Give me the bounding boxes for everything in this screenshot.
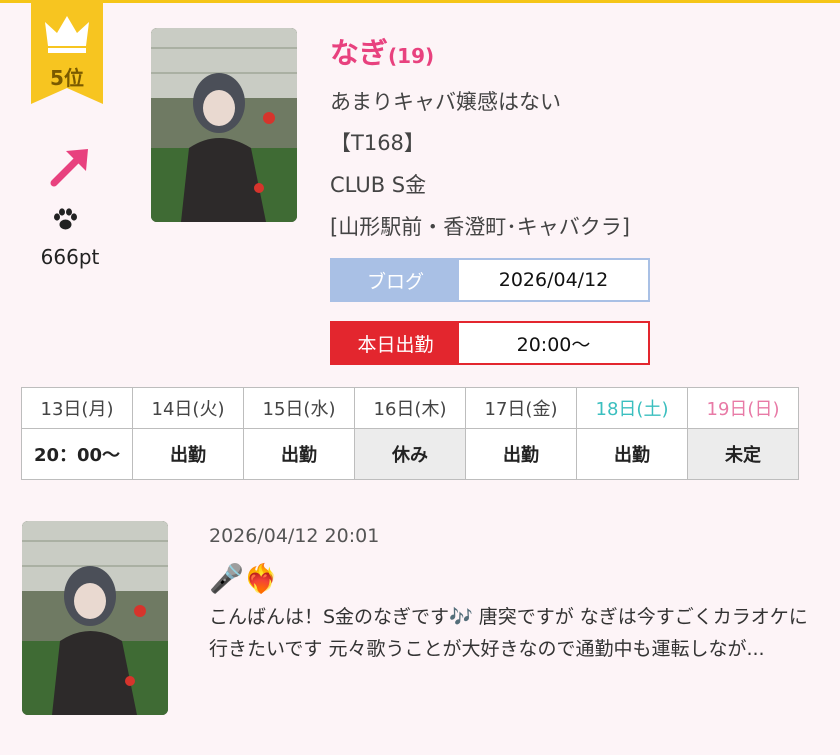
shop-area: [山形駅前・香澄町･キャバクラ]: [330, 215, 630, 239]
schedule-day: 14日(火): [132, 387, 244, 429]
schedule-value-row: 20：00〜 出勤 出勤 休み 出勤 出勤 未定: [21, 428, 799, 480]
schedule-value: 出勤: [576, 428, 688, 480]
catchphrase: あまりキャバ嬢感はない: [330, 90, 561, 114]
schedule-value: 20：00〜: [21, 428, 133, 480]
post-body[interactable]: こんばんは！S金のなぎです🎶 唐突ですが なぎは今すごくカラオケに行きたいです …: [209, 601, 809, 665]
shop-name[interactable]: CLUB S金: [330, 169, 426, 199]
schedule-value-off: 休み: [354, 428, 466, 480]
post-photo[interactable]: [22, 521, 168, 715]
weekly-schedule: 13日(月) 14日(火) 15日(水) 16日(木) 17日(金) 18日(土…: [21, 387, 799, 480]
schedule-value-undecided: 未定: [687, 428, 799, 480]
post-emoji: 🎤❤️‍🔥: [209, 562, 279, 595]
rank-label: 5位: [50, 66, 84, 90]
schedule-day: 15日(水): [243, 387, 355, 429]
blog-date: 2026/04/12: [459, 260, 648, 300]
blog-label[interactable]: ブログ: [332, 260, 459, 300]
paw-icon: [52, 208, 78, 238]
schedule-header-row: 13日(月) 14日(火) 15日(水) 16日(木) 17日(金) 18日(土…: [21, 387, 799, 429]
schedule-value: 出勤: [132, 428, 244, 480]
schedule-day: 17日(金): [465, 387, 577, 429]
schedule-day-sunday: 19日(日): [687, 387, 799, 429]
today-work-time: 20:00〜: [459, 323, 648, 363]
schedule-day: 13日(月): [21, 387, 133, 429]
profile-photo[interactable]: [151, 28, 297, 222]
name-line[interactable]: なぎ(19): [330, 30, 434, 72]
today-work-box: 本日出勤 20:00〜: [330, 321, 650, 365]
top-accent-line: [0, 0, 840, 3]
schedule-day: 16日(木): [354, 387, 466, 429]
blog-box[interactable]: ブログ 2026/04/12: [330, 258, 650, 302]
today-work-label: 本日出勤: [332, 323, 459, 363]
schedule-day-saturday: 18日(土): [576, 387, 688, 429]
schedule-value: 出勤: [465, 428, 577, 480]
cast-age: (19): [388, 44, 435, 68]
cast-name[interactable]: なぎ: [330, 36, 388, 70]
post-datetime: 2026/04/12 20:01: [209, 525, 380, 547]
points-value: 666pt: [40, 245, 100, 269]
schedule-value: 出勤: [243, 428, 355, 480]
arrow-up-right-icon: [48, 145, 92, 193]
height-info: 【T168】: [330, 131, 425, 155]
